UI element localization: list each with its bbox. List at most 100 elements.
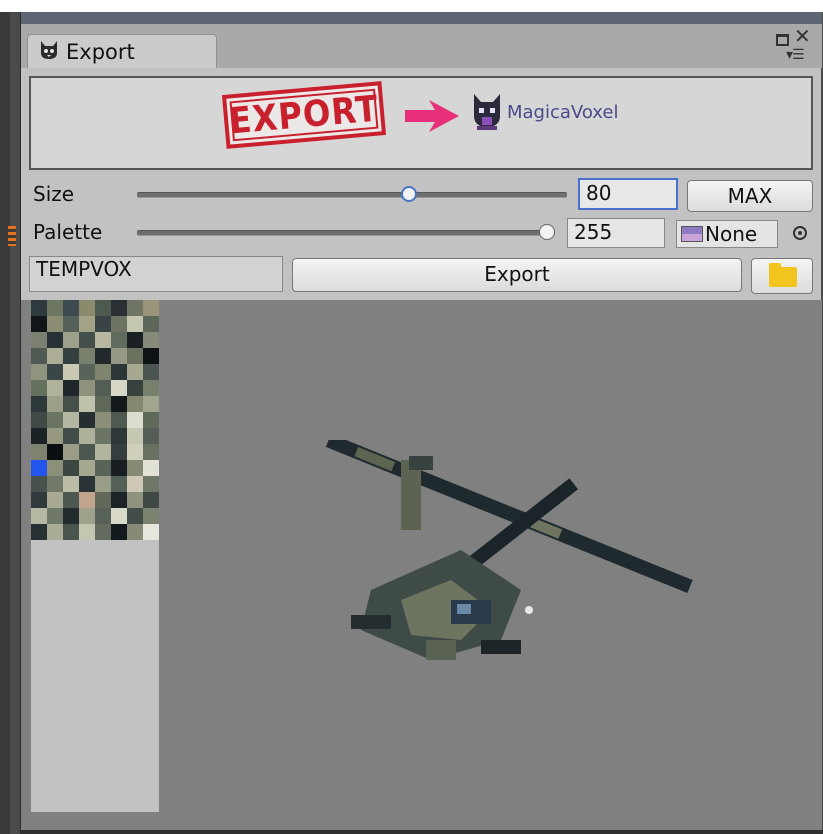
- editor-left-panel-edge: [0, 12, 10, 834]
- arrow-right-icon: [403, 96, 461, 140]
- palette-swatch: [47, 412, 63, 428]
- export-window: Export ✕ ▾☰ EXPORT MagicaVoxel Size 80 M…: [20, 12, 822, 830]
- palette-preview: [31, 300, 159, 812]
- menu-icon[interactable]: ▾☰: [786, 48, 805, 62]
- palette-swatch: [79, 492, 95, 508]
- palette-swatch: [63, 524, 79, 540]
- open-folder-button[interactable]: [751, 258, 813, 294]
- palette-value-field[interactable]: 255: [567, 218, 665, 248]
- palette-swatch: [143, 332, 159, 348]
- palette-swatch: [47, 396, 63, 412]
- palette-swatch: [95, 492, 111, 508]
- folder-icon: [769, 263, 797, 287]
- magicavoxel-logo-icon: [471, 92, 503, 136]
- palette-swatch: [143, 460, 159, 476]
- palette-swatch: [47, 460, 63, 476]
- palette-swatch: [111, 316, 127, 332]
- palette-swatch: [79, 364, 95, 380]
- palette-swatch: [127, 348, 143, 364]
- palette-swatch: [111, 428, 127, 444]
- palette-swatch: [31, 428, 47, 444]
- palette-swatch: [95, 332, 111, 348]
- palette-swatch: [63, 300, 79, 316]
- palette-swatch: [79, 396, 95, 412]
- palette-slider-thumb[interactable]: [539, 224, 555, 240]
- palette-swatch: [79, 300, 95, 316]
- palette-swatch: [95, 476, 111, 492]
- palette-swatch: [63, 332, 79, 348]
- palette-object-field[interactable]: None: [676, 220, 778, 248]
- palette-swatch: [111, 396, 127, 412]
- palette-swatch: [79, 348, 95, 364]
- palette-swatch: [127, 364, 143, 380]
- palette-swatch: [95, 396, 111, 412]
- export-name-field[interactable]: TEMPVOX: [29, 256, 283, 292]
- palette-slider-track[interactable]: [137, 230, 555, 236]
- palette-swatch: [63, 492, 79, 508]
- palette-swatch: [143, 476, 159, 492]
- palette-swatch: [127, 508, 143, 524]
- cat-icon: [38, 39, 60, 65]
- palette-swatch: [143, 428, 159, 444]
- palette-swatch: [111, 300, 127, 316]
- palette-swatch: [63, 412, 79, 428]
- palette-swatch: [63, 428, 79, 444]
- export-banner: EXPORT MagicaVoxel: [29, 76, 813, 170]
- screen-top-edge: [0, 0, 823, 12]
- palette-swatch: [31, 316, 47, 332]
- palette-swatch: [95, 460, 111, 476]
- palette-swatch: [95, 444, 111, 460]
- palette-swatch: [111, 412, 127, 428]
- palette-swatch: [47, 524, 63, 540]
- palette-swatch-grid: [31, 300, 159, 540]
- palette-swatch: [111, 348, 127, 364]
- palette-swatch: [31, 412, 47, 428]
- palette-swatch: [127, 332, 143, 348]
- palette-swatch: [95, 316, 111, 332]
- palette-swatch: [79, 460, 95, 476]
- export-button[interactable]: Export: [292, 258, 742, 292]
- palette-swatch: [127, 460, 143, 476]
- palette-swatch: [63, 444, 79, 460]
- palette-swatch: [31, 380, 47, 396]
- palette-swatch: [95, 508, 111, 524]
- palette-swatch: [127, 412, 143, 428]
- palette-swatch: [95, 300, 111, 316]
- palette-swatch: [63, 348, 79, 364]
- helicopter-voxel-model: [261, 433, 701, 704]
- restore-icon[interactable]: [776, 34, 789, 46]
- object-picker-icon[interactable]: [793, 226, 807, 240]
- palette-swatch: [31, 524, 47, 540]
- palette-swatch: [47, 492, 63, 508]
- model-preview-area[interactable]: [21, 300, 822, 830]
- palette-swatch: [63, 476, 79, 492]
- palette-swatch: [47, 332, 63, 348]
- magicavoxel-label: MagicaVoxel: [507, 102, 619, 123]
- palette-swatch: [143, 316, 159, 332]
- max-button[interactable]: MAX: [687, 180, 813, 212]
- palette-swatch: [63, 364, 79, 380]
- palette-swatch: [143, 380, 159, 396]
- size-slider-thumb[interactable]: [401, 186, 417, 202]
- palette-swatch: [31, 300, 47, 316]
- size-slider-track[interactable]: [137, 192, 567, 198]
- panel-resize-handle[interactable]: [8, 226, 16, 246]
- palette-swatch: [31, 476, 47, 492]
- tab-export[interactable]: Export: [27, 34, 217, 68]
- palette-swatch: [127, 476, 143, 492]
- palette-swatch: [127, 492, 143, 508]
- palette-swatch: [111, 508, 127, 524]
- palette-swatch: [111, 492, 127, 508]
- palette-swatch: [143, 492, 159, 508]
- palette-swatch: [79, 316, 95, 332]
- palette-swatch: [95, 428, 111, 444]
- palette-swatch: [63, 380, 79, 396]
- size-value-field[interactable]: 80: [578, 178, 678, 210]
- palette-swatch: [79, 380, 95, 396]
- palette-swatch: [31, 396, 47, 412]
- palette-swatch: [47, 476, 63, 492]
- texture-icon: [681, 226, 703, 242]
- palette-swatch: [127, 300, 143, 316]
- window-controls: ✕ ▾☰: [772, 26, 812, 64]
- close-icon[interactable]: ✕: [794, 26, 811, 46]
